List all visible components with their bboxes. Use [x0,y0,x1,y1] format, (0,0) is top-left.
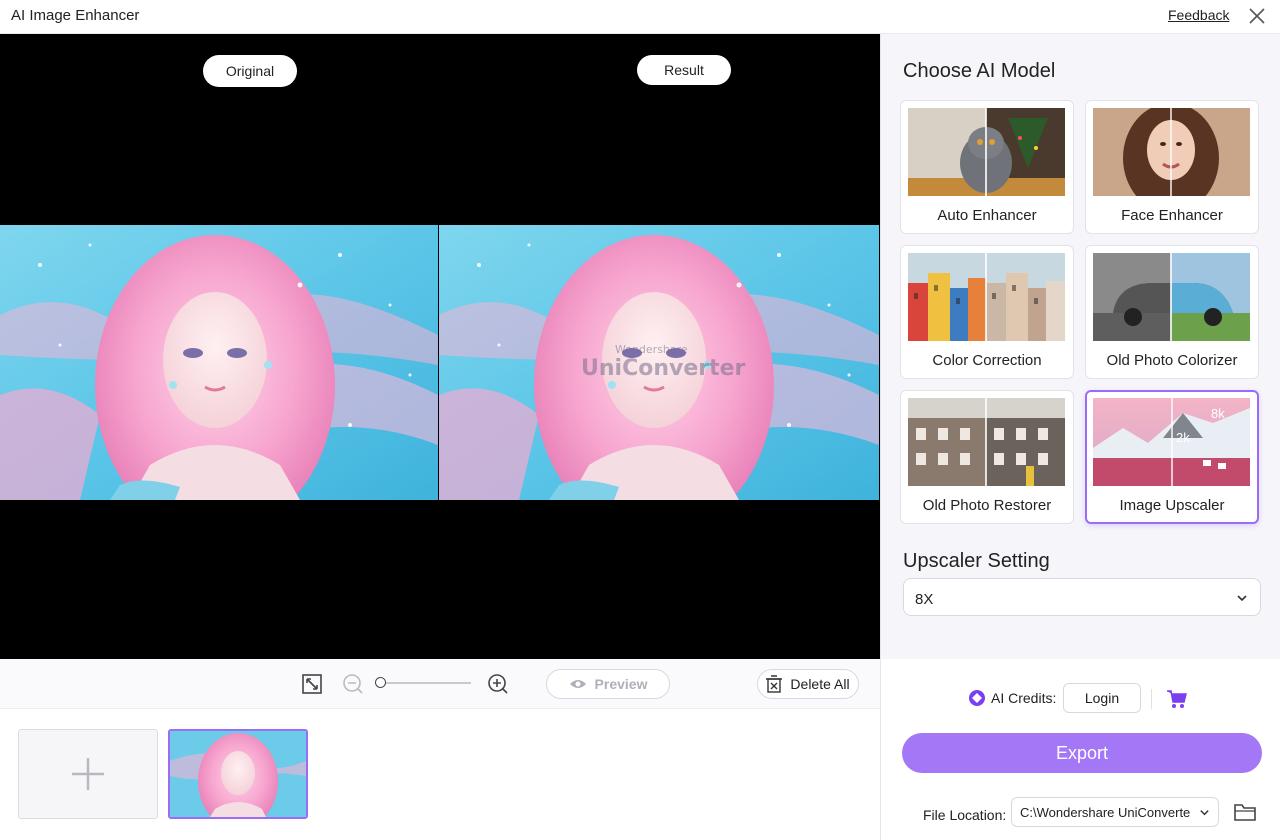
add-image-button[interactable] [18,729,158,819]
upscaler-badge-2k: 2k [1176,430,1190,445]
credits-label: AI Credits: [991,690,1057,706]
result-label: Result [637,55,731,85]
original-image [0,225,438,500]
image-canvas: Original Result Wondershare UniConverter [0,34,880,659]
watermark-product: UniConverter [581,356,746,381]
eye-icon [569,680,586,688]
model-label: Old Photo Colorizer [1106,352,1238,369]
file-location-dropdown[interactable]: C:\Wondershare UniConverte [1011,797,1219,827]
model-card-old-photo-colorizer[interactable]: Old Photo Colorizer [1085,245,1259,379]
face-enhancer-preview [1093,108,1250,196]
model-card-color-correction[interactable]: Color Correction [900,245,1074,379]
ai-credits: AI Credits: [969,690,1056,706]
watermark: Wondershare UniConverter [581,343,745,381]
model-label: Old Photo Restorer [922,497,1052,514]
plus-icon [72,758,104,790]
old-photo-restorer-preview [908,398,1065,486]
upscaler-badge-8k: 8k [1211,406,1225,421]
model-card-image-upscaler[interactable]: 8k 2k Image Upscaler [1085,390,1259,524]
upscaler-value: 8X [915,591,934,608]
cart-icon[interactable] [1166,688,1188,710]
login-button[interactable]: Login [1063,683,1141,713]
auto-enhancer-preview [908,108,1065,196]
canvas-toolbar: Preview Delete All [0,659,880,709]
file-location-label: File Location: [923,807,1007,823]
window-title: AI Image Enhancer [11,7,140,24]
model-card-auto-enhancer[interactable]: Auto Enhancer [900,100,1074,234]
thumbnail-strip [0,709,880,840]
feedback-link[interactable]: Feedback [1168,7,1229,23]
choose-model-title: Choose AI Model [903,60,1056,82]
original-label: Original [203,55,297,87]
chevron-down-icon [1200,810,1209,816]
upscaler-setting-title: Upscaler Setting [903,550,1050,572]
zoom-in-icon[interactable] [486,672,510,696]
old-photo-colorizer-preview [1093,253,1250,341]
file-location-value: C:\Wondershare UniConverte [1020,805,1191,820]
chevron-down-icon [1237,595,1247,602]
credits-icon [969,690,985,706]
model-label: Auto Enhancer [937,207,1037,224]
model-sidebar: Choose AI Model Auto Enhancer Face Enhan… [880,34,1280,659]
image-upscaler-preview: 8k 2k [1093,398,1250,486]
export-panel: AI Credits: Login Export File Location: … [880,659,1280,840]
color-correction-preview [908,253,1065,341]
export-button[interactable]: Export [902,733,1262,773]
zoom-slider-handle[interactable] [375,677,386,688]
preview-button[interactable]: Preview [546,669,670,699]
fit-screen-icon[interactable] [300,672,324,696]
folder-icon[interactable] [1233,801,1257,823]
divider [1151,689,1152,709]
model-label: Image Upscaler [1119,497,1225,514]
trash-icon [766,675,783,693]
model-label: Face Enhancer [1121,207,1223,224]
model-card-face-enhancer[interactable]: Face Enhancer [1085,100,1259,234]
delete-all-button[interactable]: Delete All [757,669,859,699]
watermark-brand: Wondershare [615,343,688,356]
upscaler-dropdown[interactable]: 8X [903,578,1261,616]
preview-label: Preview [594,676,648,692]
result-image: Wondershare UniConverter [439,225,879,500]
title-bar: AI Image Enhancer Feedback [0,0,1280,34]
model-label: Color Correction [932,352,1042,369]
image-thumbnail[interactable] [168,729,308,819]
model-card-old-photo-restorer[interactable]: Old Photo Restorer [900,390,1074,524]
delete-all-label: Delete All [790,676,850,692]
close-icon[interactable] [1246,5,1268,27]
zoom-out-icon[interactable] [341,672,365,696]
zoom-slider-track[interactable] [381,682,471,684]
